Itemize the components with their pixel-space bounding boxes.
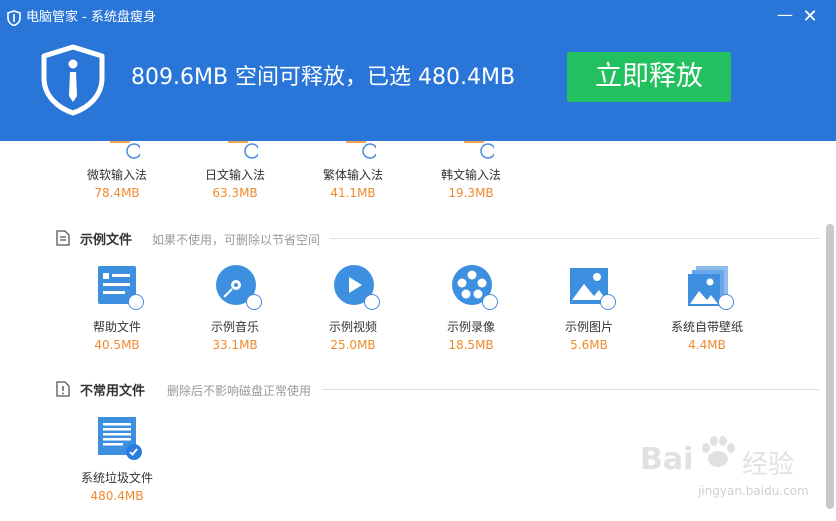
input-method-icon: [228, 141, 258, 159]
help-doc-icon: [94, 262, 150, 314]
file-item-name: 日文输入法: [204, 168, 265, 182]
file-item-sample-video[interactable]: 示例视频 25.0MB: [303, 319, 403, 353]
section-title: 示例文件: [80, 233, 133, 248]
file-item-name: 帮助文件: [92, 320, 141, 334]
junk-file-icon: [94, 413, 150, 465]
section-header-sample-files: 示例文件 如果不使用，可删除以节省空间: [56, 228, 820, 248]
input-method-icon: [464, 141, 494, 159]
app-shield-icon: [7, 10, 21, 26]
music-disc-icon: [212, 262, 268, 314]
checkmark-icon: [129, 448, 138, 456]
file-item-sample-pictures[interactable]: 示例图片 5.6MB: [539, 319, 639, 353]
section-title: 不常用文件: [80, 384, 146, 399]
file-item-name: 示例视频: [328, 320, 377, 334]
film-reel-icon: [448, 262, 504, 314]
input-method-icon: [346, 141, 376, 159]
select-checkbox-checked[interactable]: [126, 444, 142, 460]
header-banner: 电脑管家 - 系统盘瘦身 — ✕ 809.6MB 空间可释放，已选 480.4M…: [0, 0, 836, 141]
paw-icon: [702, 436, 735, 467]
wallpaper-icon: [684, 262, 740, 314]
select-checkbox[interactable]: [128, 294, 144, 310]
select-checkbox[interactable]: [364, 294, 380, 310]
file-item-size: 40.5MB: [94, 338, 140, 352]
watermark-suffix: 经验: [742, 450, 795, 480]
close-button[interactable]: ✕: [797, 4, 823, 30]
file-item-size: 18.5MB: [448, 338, 494, 352]
file-item-name: 韩文输入法: [440, 168, 501, 182]
file-item-size: 63.3MB: [212, 186, 258, 200]
file-item-japanese-ime[interactable]: 日文输入法 63.3MB: [185, 167, 285, 201]
section-description: 删除后不影响磁盘正常使用: [167, 384, 312, 398]
file-item-size: 33.1MB: [212, 338, 258, 352]
minimize-button[interactable]: —: [772, 2, 798, 28]
file-item-name: 系统垃圾文件: [80, 471, 153, 485]
file-item-name: 示例图片: [564, 320, 613, 334]
release-now-button[interactable]: 立即释放: [567, 52, 731, 102]
title-bar: 电脑管家 - 系统盘瘦身 — ✕: [0, 0, 836, 36]
input-method-icon: [110, 141, 140, 159]
select-checkbox[interactable]: [246, 294, 262, 310]
file-item-sample-music[interactable]: 示例音乐 33.1MB: [185, 319, 285, 353]
watermark-url: jingyan.baidu.com: [698, 484, 809, 498]
space-summary: 809.6MB 空间可释放，已选 480.4MB: [131, 65, 516, 90]
file-item-sample-recording[interactable]: 示例录像 18.5MB: [421, 319, 521, 353]
baidu-jingyan-watermark: Bai 经验 jingyan.baidu.com: [640, 430, 830, 510]
picture-icon: [566, 262, 622, 314]
file-item-name: 繁体输入法: [322, 168, 383, 182]
window-title: 电脑管家 - 系统盘瘦身: [26, 10, 156, 25]
select-checkbox[interactable]: [482, 294, 498, 310]
play-icon: [330, 262, 386, 314]
file-item-system-wallpaper[interactable]: 系统自带壁纸 4.4MB: [657, 319, 757, 353]
section-description: 如果不使用，可删除以节省空间: [152, 233, 321, 247]
select-checkbox[interactable]: [600, 294, 616, 310]
file-item-name: 示例录像: [446, 320, 495, 334]
watermark-brand: Bai: [640, 442, 694, 477]
document-icon: [56, 230, 70, 246]
file-item-size: 25.0MB: [330, 338, 376, 352]
file-item-name: 微软输入法: [86, 168, 147, 182]
select-checkbox[interactable]: [718, 294, 734, 310]
file-item-name: 系统自带壁纸: [670, 320, 743, 334]
file-item-system-junk[interactable]: 系统垃圾文件 480.4MB: [67, 470, 167, 504]
file-item-size: 480.4MB: [90, 489, 144, 503]
file-item-size: 78.4MB: [94, 186, 140, 200]
shield-logo-icon: [41, 44, 105, 116]
section-divider: [322, 389, 820, 390]
file-item-size: 4.4MB: [688, 338, 726, 352]
file-item-traditional-ime[interactable]: 繁体输入法 41.1MB: [303, 167, 403, 201]
section-divider: [330, 238, 820, 239]
alert-document-icon: [56, 381, 70, 397]
file-item-size: 41.1MB: [330, 186, 376, 200]
file-item-size: 19.3MB: [448, 186, 494, 200]
section-header-unused-files: 不常用文件 删除后不影响磁盘正常使用: [56, 379, 820, 399]
file-item-microsoft-ime[interactable]: 微软输入法 78.4MB: [67, 167, 167, 201]
file-item-help-docs[interactable]: 帮助文件 40.5MB: [67, 319, 167, 353]
file-item-name: 示例音乐: [210, 320, 259, 334]
file-item-korean-ime[interactable]: 韩文输入法 19.3MB: [421, 167, 521, 201]
file-item-size: 5.6MB: [570, 338, 608, 352]
